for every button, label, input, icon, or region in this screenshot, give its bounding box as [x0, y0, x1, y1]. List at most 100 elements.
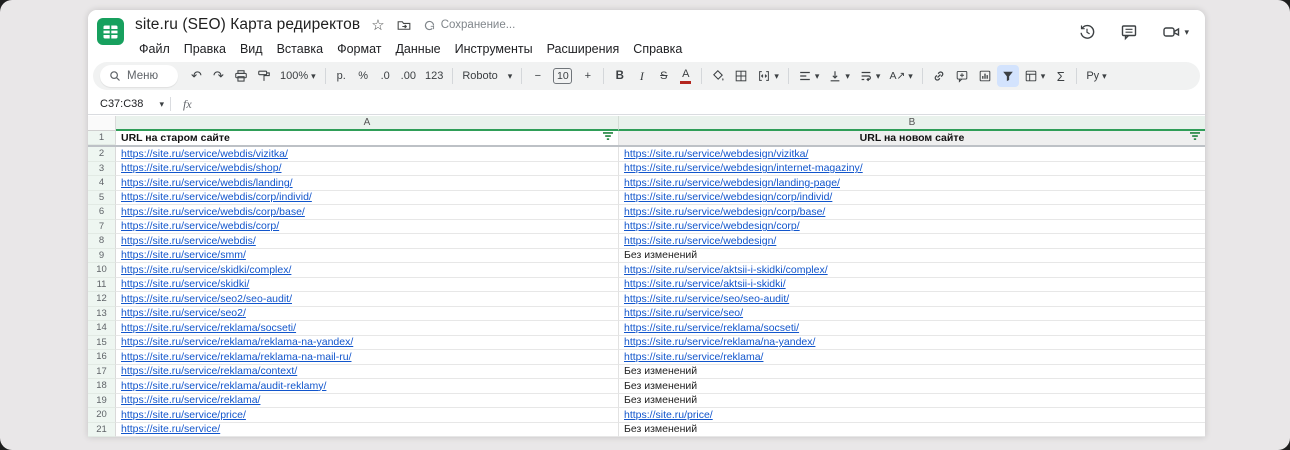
menu-help[interactable]: Справка: [626, 40, 689, 58]
cell-new-url[interactable]: Без изменений: [619, 394, 1205, 409]
row-number[interactable]: 20: [88, 408, 116, 423]
url-link[interactable]: https://site.ru/service/webdis/shop/: [121, 162, 282, 174]
comments-button[interactable]: [1120, 23, 1138, 41]
url-link[interactable]: https://site.ru/service/webdesign/corp/b…: [624, 206, 825, 218]
row-number[interactable]: 4: [88, 176, 116, 191]
cell-new-url[interactable]: https://site.ru/service/seo/seo-audit/: [619, 292, 1205, 307]
decrease-font-size-button[interactable]: −: [527, 65, 548, 87]
cell-old-url[interactable]: https://site.ru/service/webdis/shop/: [116, 162, 619, 177]
cell-old-url[interactable]: https://site.ru/service/seo2/seo-audit/: [116, 292, 619, 307]
url-link[interactable]: https://site.ru/service/reklama/context/: [121, 365, 297, 377]
url-link[interactable]: https://site.ru/service/reklama/: [624, 351, 763, 363]
cell-new-url[interactable]: https://site.ru/service/aktsii-i-skidki/: [619, 278, 1205, 293]
row-number[interactable]: 21: [88, 423, 116, 438]
undo-button[interactable]: ↶: [186, 65, 207, 87]
url-link[interactable]: https://site.ru/service/price/: [121, 409, 246, 421]
url-link[interactable]: https://site.ru/service/reklama/socseti/: [121, 322, 296, 334]
menu-extensions[interactable]: Расширения: [540, 40, 627, 58]
url-link[interactable]: https://site.ru/service/reklama/reklama-…: [121, 351, 351, 363]
url-link[interactable]: https://site.ru/service/seo/: [624, 307, 743, 319]
menu-edit[interactable]: Правка: [177, 40, 233, 58]
row-number[interactable]: 14: [88, 321, 116, 336]
url-link[interactable]: https://site.ru/service/webdesign/corp/: [624, 220, 800, 232]
meet-button[interactable]: ▾: [1162, 23, 1189, 41]
name-box[interactable]: C37:C38 ▾: [88, 98, 170, 110]
cell-old-url[interactable]: https://site.ru/service/skidki/: [116, 278, 619, 293]
fill-color-button[interactable]: [707, 65, 729, 87]
url-link[interactable]: https://site.ru/service/reklama/: [121, 394, 260, 406]
cell-new-url[interactable]: https://site.ru/service/webdesign/corp/: [619, 220, 1205, 235]
bold-button[interactable]: B: [609, 65, 630, 87]
font-family-select[interactable]: Roboto ▾: [458, 65, 516, 87]
cell-old-url[interactable]: https://site.ru/service/seo2/: [116, 307, 619, 322]
print-button[interactable]: [230, 65, 252, 87]
cell-old-url[interactable]: https://site.ru/service/webdis/landing/: [116, 176, 619, 191]
cell-old-url[interactable]: https://site.ru/service/smm/: [116, 249, 619, 264]
row-number[interactable]: 17: [88, 365, 116, 380]
menu-tools[interactable]: Инструменты: [448, 40, 540, 58]
menu-view[interactable]: Вид: [233, 40, 270, 58]
url-link[interactable]: https://site.ru/service/reklama/reklama-…: [121, 336, 353, 348]
filter-views-button[interactable]: ▾: [1020, 65, 1050, 87]
increase-font-size-button[interactable]: +: [577, 65, 598, 87]
url-link[interactable]: https://site.ru/service/reklama/audit-re…: [121, 380, 326, 392]
url-link[interactable]: https://site.ru/service/reklama/socseti/: [624, 322, 799, 334]
text-rotation-button[interactable]: A↗ ▾: [885, 65, 916, 87]
row-number[interactable]: 6: [88, 205, 116, 220]
row-number[interactable]: 12: [88, 292, 116, 307]
menu-file[interactable]: Файл: [132, 40, 177, 58]
search-menus-button[interactable]: Меню: [100, 65, 178, 87]
row-number[interactable]: 18: [88, 379, 116, 394]
url-link[interactable]: https://site.ru/service/webdesign/landin…: [624, 177, 840, 189]
row-number[interactable]: 10: [88, 263, 116, 278]
url-link[interactable]: https://site.ru/service/webdesign/corp/i…: [624, 191, 832, 203]
more-formats-button[interactable]: 123: [421, 65, 447, 87]
filter-funnel-icon[interactable]: [1189, 132, 1201, 145]
cell-new-url[interactable]: Без изменений: [619, 365, 1205, 380]
star-icon[interactable]: ☆: [371, 16, 384, 34]
paint-format-button[interactable]: [253, 65, 275, 87]
strikethrough-button[interactable]: S: [653, 65, 674, 87]
cell-old-url[interactable]: https://site.ru/service/reklama/context/: [116, 365, 619, 380]
cell-new-url[interactable]: Без изменений: [619, 423, 1205, 438]
url-link[interactable]: https://site.ru/service/seo2/seo-audit/: [121, 293, 292, 305]
cell-a1[interactable]: URL на старом сайте: [116, 131, 619, 145]
url-link[interactable]: https://site.ru/service/reklama/na-yande…: [624, 336, 815, 348]
decrease-decimals-button[interactable]: .0: [375, 65, 396, 87]
cell-new-url[interactable]: https://site.ru/service/aktsii-i-skidki/…: [619, 263, 1205, 278]
italic-button[interactable]: I: [631, 65, 652, 87]
text-wrap-button[interactable]: ▾: [855, 65, 885, 87]
saving-status[interactable]: Сохранение...: [423, 19, 516, 32]
cell-old-url[interactable]: https://site.ru/service/reklama/audit-re…: [116, 379, 619, 394]
cell-new-url[interactable]: https://site.ru/price/: [619, 408, 1205, 423]
filter-funnel-icon[interactable]: [602, 132, 614, 145]
row-number[interactable]: 7: [88, 220, 116, 235]
cell-new-url[interactable]: https://site.ru/service/reklama/na-yande…: [619, 336, 1205, 351]
horizontal-align-button[interactable]: ▾: [794, 65, 824, 87]
insert-comment-button[interactable]: [951, 65, 973, 87]
url-link[interactable]: https://site.ru/service/webdis/corp/base…: [121, 206, 305, 218]
insert-chart-button[interactable]: [974, 65, 996, 87]
create-filter-button[interactable]: [997, 65, 1019, 87]
cell-old-url[interactable]: https://site.ru/service/webdis/vizitka/: [116, 147, 619, 162]
cell-new-url[interactable]: https://site.ru/service/reklama/: [619, 350, 1205, 365]
url-link[interactable]: https://site.ru/service/skidki/complex/: [121, 264, 291, 276]
sheets-app-icon[interactable]: [97, 18, 124, 45]
url-link[interactable]: https://site.ru/service/webdis/vizitka/: [121, 148, 288, 160]
cell-old-url[interactable]: https://site.ru/service/reklama/reklama-…: [116, 350, 619, 365]
url-link[interactable]: https://site.ru/service/webdesign/intern…: [624, 162, 863, 174]
redo-button[interactable]: ↷: [208, 65, 229, 87]
select-all-corner[interactable]: [88, 116, 116, 131]
percent-format-button[interactable]: %: [353, 65, 374, 87]
row-number[interactable]: 11: [88, 278, 116, 293]
url-link[interactable]: https://site.ru/service/webdis/corp/: [121, 220, 279, 232]
row-number[interactable]: 16: [88, 350, 116, 365]
url-link[interactable]: https://site.ru/service/: [121, 423, 220, 435]
cell-b1[interactable]: URL на новом сайте: [619, 131, 1205, 145]
vertical-align-button[interactable]: ▾: [824, 65, 854, 87]
cell-new-url[interactable]: https://site.ru/service/webdesign/vizitk…: [619, 147, 1205, 162]
move-to-folder-icon[interactable]: [396, 18, 412, 33]
cell-new-url[interactable]: https://site.ru/service/seo/: [619, 307, 1205, 322]
cell-old-url[interactable]: https://site.ru/service/reklama/socseti/: [116, 321, 619, 336]
column-header-a[interactable]: A: [116, 116, 619, 131]
